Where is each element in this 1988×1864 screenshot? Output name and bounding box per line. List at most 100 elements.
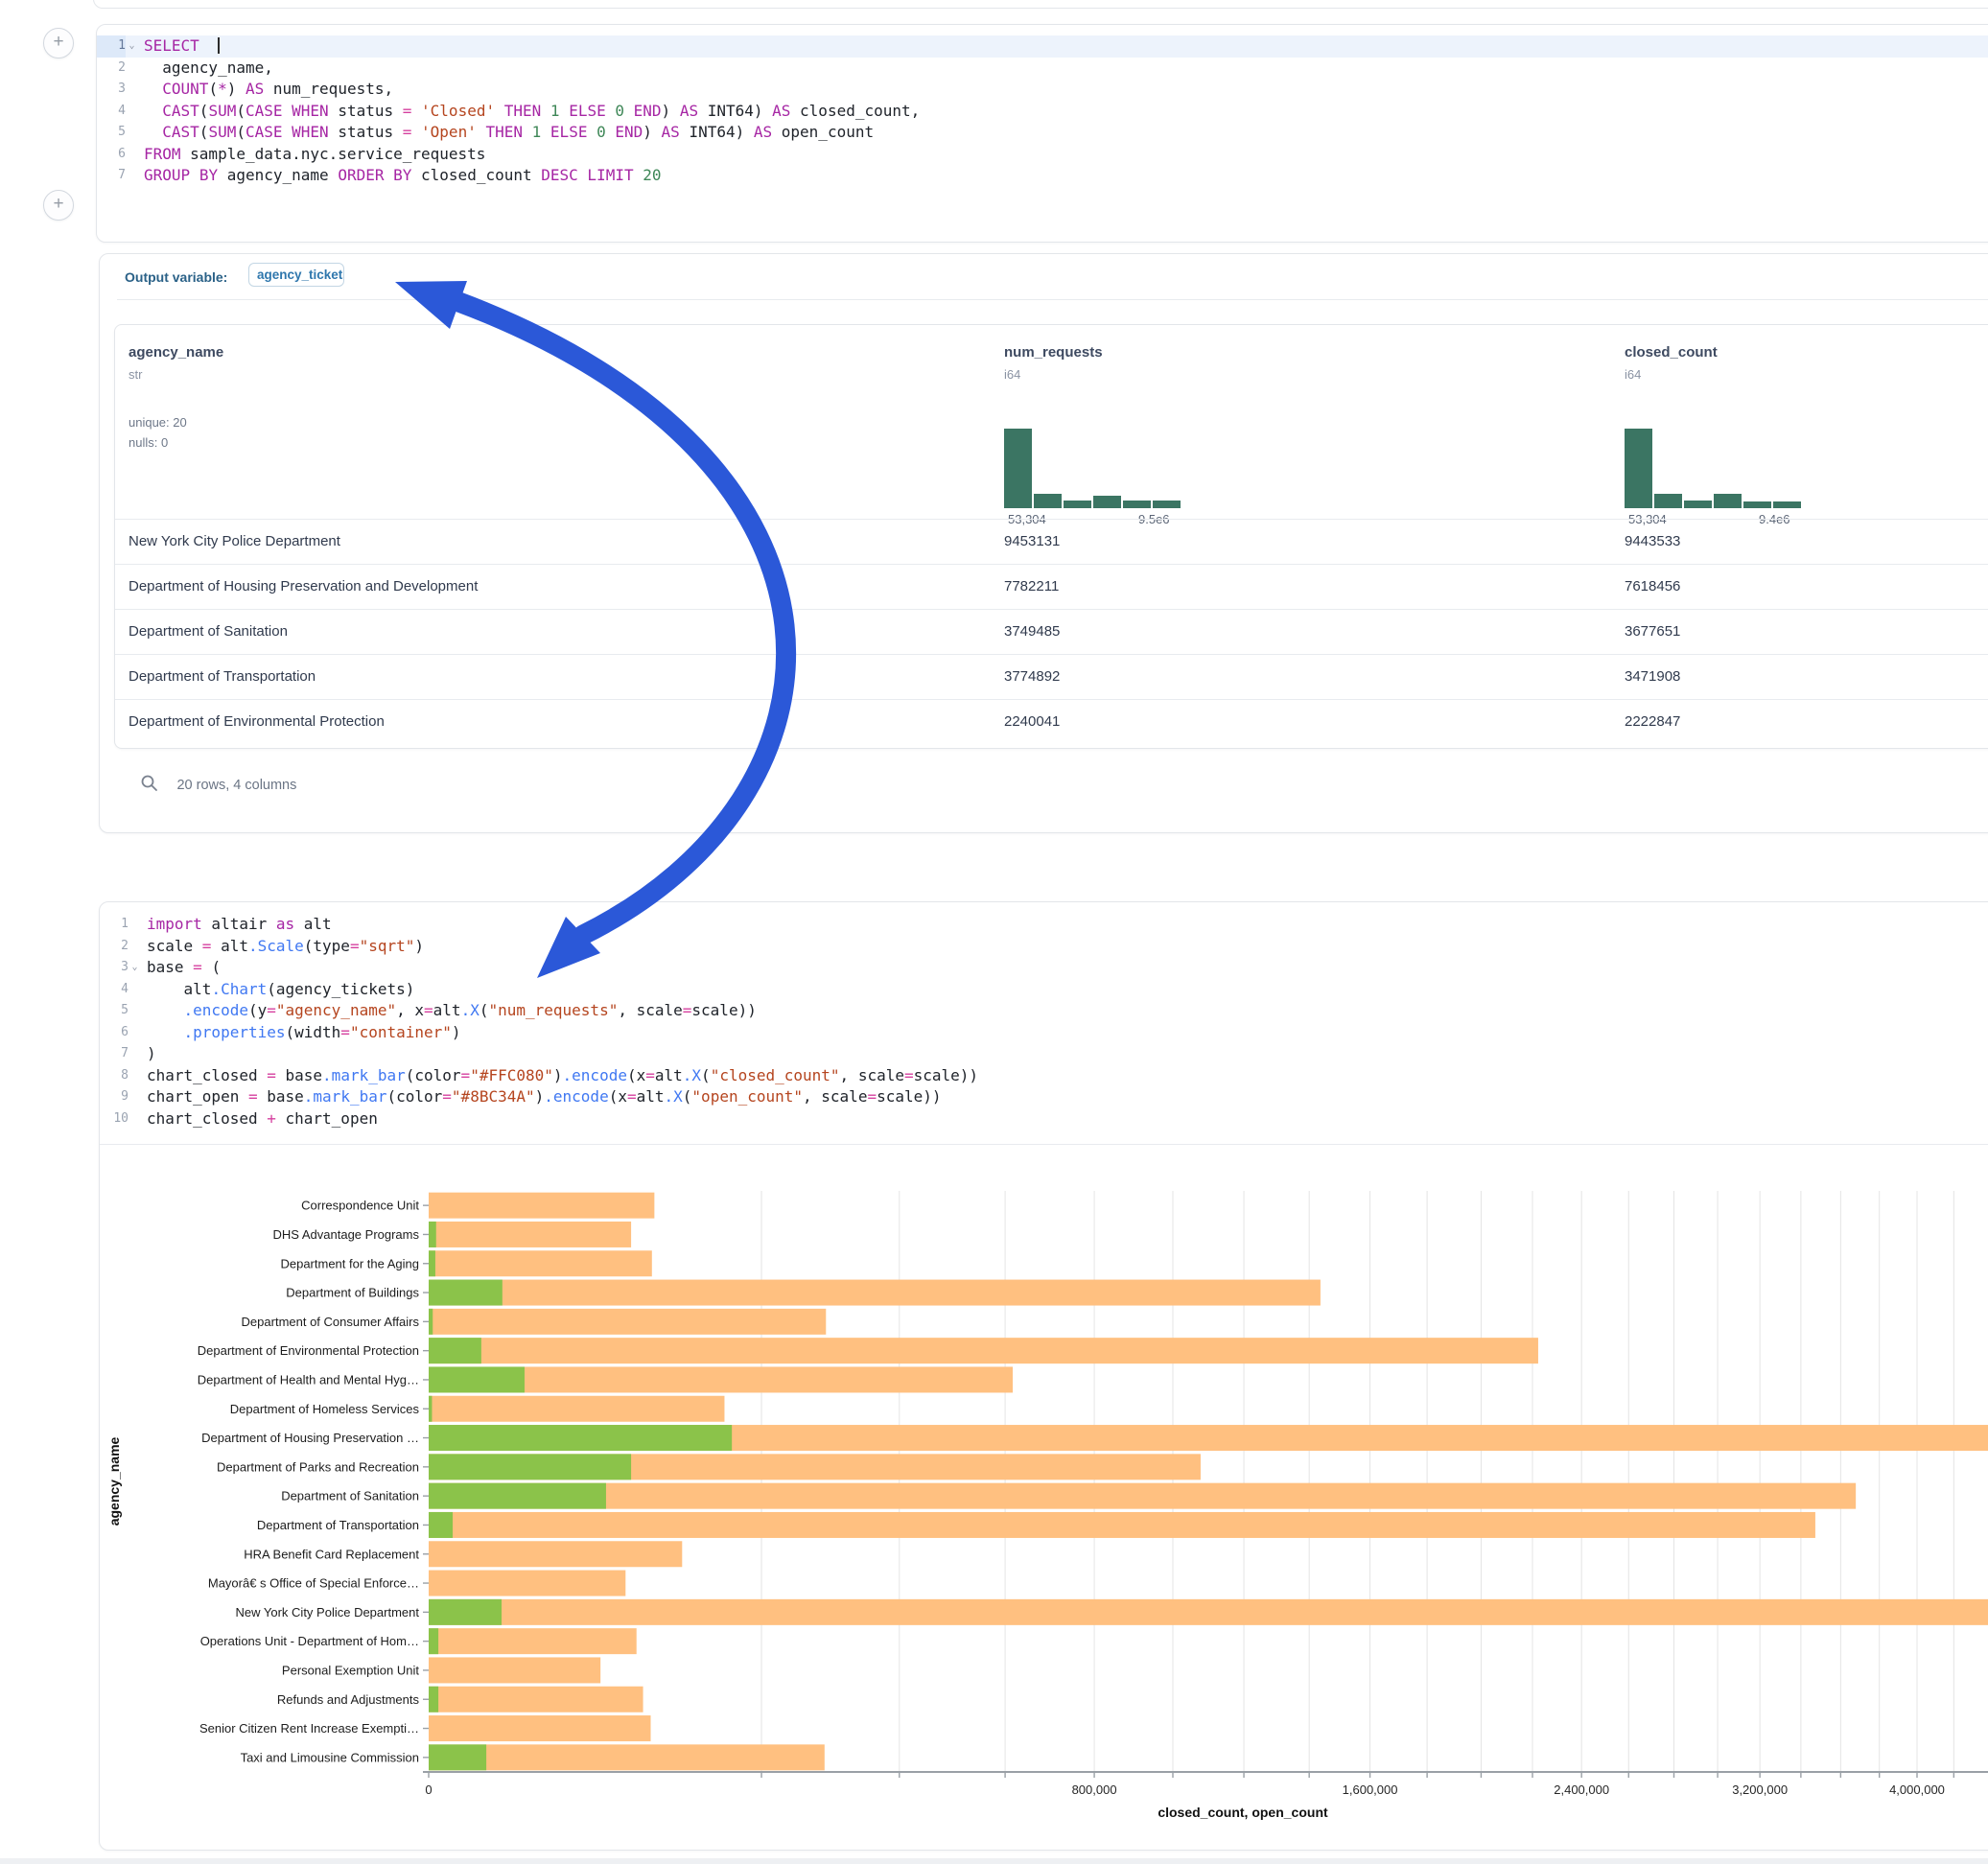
- chart-bar-closed: [429, 1222, 631, 1247]
- fold-caret-empty: [129, 1108, 141, 1130]
- chart-bar-closed: [429, 1193, 654, 1219]
- histogram-bar: [1684, 501, 1712, 508]
- code-text: .properties(width="container"): [141, 1022, 461, 1044]
- chart-bar-closed: [429, 1571, 625, 1596]
- code-text: chart_open = base.mark_bar(color="#8BC34…: [141, 1086, 942, 1108]
- code-line[interactable]: 4 alt.Chart(agency_tickets): [100, 979, 1988, 1001]
- code-line[interactable]: 5 .encode(y="agency_name", x=alt.X("num_…: [100, 1000, 1988, 1022]
- chart-bar-open: [429, 1222, 436, 1247]
- code-text: FROM sample_data.nyc.service_requests: [138, 144, 485, 166]
- line-number: 10: [100, 1108, 129, 1130]
- fold-caret-empty: [126, 101, 138, 123]
- y-tick-label: Department of Homeless Services: [230, 1402, 420, 1416]
- code-line[interactable]: 9chart_open = base.mark_bar(color="#8BC3…: [100, 1086, 1988, 1108]
- code-line[interactable]: 8chart_closed = base.mark_bar(color="#FF…: [100, 1065, 1988, 1087]
- python-code-editor[interactable]: 1import altair as alt2scale = alt.Scale(…: [100, 914, 1988, 1130]
- y-tick-label: Department of Environmental Protection: [198, 1343, 419, 1358]
- fold-caret-empty: [129, 936, 141, 958]
- line-number: 8: [100, 1065, 129, 1087]
- chart-bar-closed: [429, 1657, 600, 1683]
- cell-agency-name: Department of Sanitation: [129, 623, 288, 640]
- fold-caret-icon[interactable]: ⌄: [129, 957, 141, 979]
- fold-caret-empty: [129, 1086, 141, 1108]
- x-tick-label: 3,200,000: [1732, 1782, 1788, 1797]
- code-line[interactable]: 4 CAST(SUM(CASE WHEN status = 'Closed' T…: [97, 101, 1988, 123]
- code-line[interactable]: 6 .properties(width="container"): [100, 1022, 1988, 1044]
- cell-num-requests: 2240041: [1004, 713, 1060, 730]
- code-line[interactable]: 7GROUP BY agency_name ORDER BY closed_co…: [97, 165, 1988, 187]
- line-number: 5: [100, 1000, 129, 1022]
- code-line[interactable]: 2 agency_name,: [97, 58, 1988, 80]
- chart-bar-open: [429, 1512, 453, 1538]
- sql-code-editor[interactable]: 1⌄SELECT 2 agency_name,3 COUNT(*) AS num…: [97, 35, 1988, 187]
- cell-num-requests: 3749485: [1004, 623, 1060, 640]
- fold-caret-icon[interactable]: ⌄: [126, 35, 138, 58]
- search-icon[interactable]: [140, 774, 159, 793]
- line-number: 4: [97, 101, 126, 123]
- code-line[interactable]: 7): [100, 1043, 1988, 1065]
- x-tick-label: 4,000,000: [1889, 1782, 1945, 1797]
- column-header-closed_count[interactable]: closed_counti6453,3049.4e6: [1625, 344, 1718, 382]
- code-text: CAST(SUM(CASE WHEN status = 'Open' THEN …: [138, 122, 874, 144]
- output-variable-input[interactable]: agency_tickets: [248, 263, 344, 287]
- x-tick-label: 2,400,000: [1554, 1782, 1609, 1797]
- add-cell-button[interactable]: +: [43, 28, 74, 58]
- chart-bar-closed: [429, 1744, 825, 1770]
- add-cell-button[interactable]: +: [43, 190, 74, 221]
- cell-closed-count: 9443533: [1625, 533, 1680, 549]
- x-tick-label: 0: [425, 1782, 432, 1797]
- histogram-bar: [1654, 494, 1682, 508]
- cell-num-requests: 7782211: [1004, 578, 1059, 594]
- code-line[interactable]: 3⌄base = (: [100, 957, 1988, 979]
- fold-caret-empty: [126, 58, 138, 80]
- line-number: 2: [97, 58, 126, 80]
- row-column-count: 20 rows, 4 columns: [176, 778, 296, 793]
- code-text: SELECT: [138, 35, 220, 58]
- chart-bar-open: [429, 1483, 606, 1509]
- cell-closed-count: 2222847: [1625, 713, 1680, 730]
- chart-bar-closed: [429, 1280, 1321, 1306]
- fold-caret-empty: [129, 979, 141, 1001]
- y-tick-label: Department of Buildings: [286, 1286, 419, 1300]
- previous-cell-fragment: [93, 0, 1988, 9]
- chart-bar-open: [429, 1309, 433, 1335]
- histogram-bar: [1034, 494, 1062, 508]
- code-text: import altair as alt: [141, 914, 332, 936]
- code-line[interactable]: 10chart_closed + chart_open: [100, 1108, 1988, 1130]
- line-number: 3: [97, 79, 126, 101]
- page-gap: [0, 1858, 1988, 1864]
- code-line[interactable]: 2scale = alt.Scale(type="sqrt"): [100, 936, 1988, 958]
- code-line[interactable]: 1import altair as alt: [100, 914, 1988, 936]
- chart-bar-open: [429, 1366, 525, 1392]
- y-tick-label: Department of Housing Preservation …: [201, 1431, 419, 1445]
- cell-closed-count: 3677651: [1625, 623, 1680, 640]
- code-text: alt.Chart(agency_tickets): [141, 979, 414, 1001]
- column-header-num_requests[interactable]: num_requestsi6453,3049.5e6: [1004, 344, 1103, 382]
- line-number: 4: [100, 979, 129, 1001]
- code-text: GROUP BY agency_name ORDER BY closed_cou…: [138, 165, 662, 187]
- y-tick-label: Department of Consumer Affairs: [242, 1315, 420, 1329]
- fold-caret-empty: [126, 144, 138, 166]
- x-axis-title: closed_count, open_count: [1158, 1805, 1328, 1820]
- column-name: agency_name: [129, 344, 223, 361]
- histogram-bar: [1004, 429, 1032, 508]
- code-line[interactable]: 1⌄SELECT: [97, 35, 1988, 58]
- y-tick-label: Senior Citizen Rent Increase Exempti…: [199, 1721, 419, 1736]
- y-tick-label: Mayorâ€ s Office of Special Enforce…: [208, 1576, 419, 1591]
- y-tick-label: Personal Exemption Unit: [282, 1663, 419, 1677]
- python-cell: 1import altair as alt2scale = alt.Scale(…: [99, 901, 1988, 1851]
- chart-bar-open: [429, 1250, 435, 1276]
- line-number: 6: [100, 1022, 129, 1044]
- fold-caret-empty: [126, 122, 138, 144]
- line-number: 1: [97, 35, 126, 58]
- code-line[interactable]: 3 COUNT(*) AS num_requests,: [97, 79, 1988, 101]
- y-tick-label: Taxi and Limousine Commission: [241, 1750, 419, 1764]
- cell-closed-count: 3471908: [1625, 668, 1680, 685]
- code-line[interactable]: 5 CAST(SUM(CASE WHEN status = 'Open' THE…: [97, 122, 1988, 144]
- cell-num-requests: 9453131: [1004, 533, 1060, 549]
- code-line[interactable]: 6FROM sample_data.nyc.service_requests: [97, 144, 1988, 166]
- column-header-agency_name[interactable]: agency_namestrunique: 20nulls: 0: [129, 344, 223, 453]
- y-tick-label: Department of Sanitation: [281, 1489, 419, 1503]
- y-tick-label: DHS Advantage Programs: [273, 1227, 420, 1242]
- table-row: Department of Transportation377489234719…: [115, 654, 1988, 700]
